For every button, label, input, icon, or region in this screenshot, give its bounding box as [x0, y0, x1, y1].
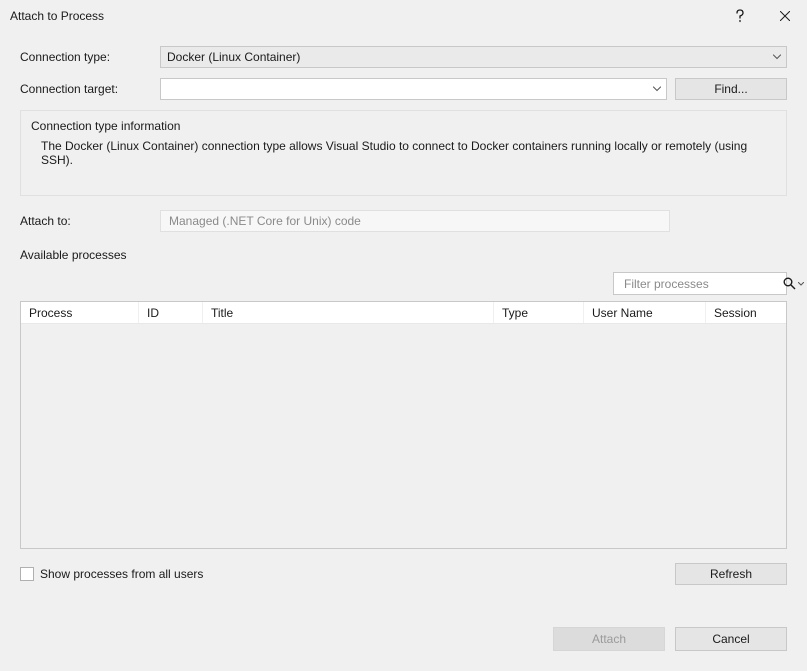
find-button[interactable]: Find...: [675, 78, 787, 100]
show-all-users-label: Show processes from all users: [40, 567, 203, 581]
close-button[interactable]: [762, 0, 807, 32]
column-session[interactable]: Session: [706, 302, 786, 323]
table-header: Process ID Title Type User Name Session: [21, 302, 786, 324]
processes-table[interactable]: Process ID Title Type User Name Session: [20, 301, 787, 549]
filter-processes-input[interactable]: [622, 276, 781, 292]
attach-to-value: Managed (.NET Core for Unix) code: [160, 210, 670, 232]
help-button[interactable]: [717, 0, 762, 32]
title-bar: Attach to Process: [0, 0, 807, 32]
attach-to-label: Attach to:: [20, 214, 160, 228]
filter-processes-input-wrapper: [613, 272, 787, 295]
close-icon: [780, 11, 790, 21]
show-all-users-checkbox[interactable]: Show processes from all users: [20, 567, 203, 581]
connection-type-label: Connection type:: [20, 50, 160, 64]
connection-info-box: Connection type information The Docker (…: [20, 110, 787, 196]
column-user[interactable]: User Name: [584, 302, 706, 323]
checkbox-icon: [20, 567, 34, 581]
connection-target-dropdown[interactable]: [160, 78, 667, 100]
connection-target-label: Connection target:: [20, 82, 160, 96]
attach-button: Attach: [553, 627, 665, 651]
refresh-button[interactable]: Refresh: [675, 563, 787, 585]
help-icon: [735, 9, 745, 23]
info-body: The Docker (Linux Container) connection …: [31, 139, 776, 167]
search-split-button[interactable]: [781, 277, 806, 290]
column-process[interactable]: Process: [21, 302, 139, 323]
chevron-down-icon: [798, 282, 804, 286]
table-body: [21, 324, 786, 548]
connection-type-value: Docker (Linux Container): [167, 50, 300, 64]
column-title[interactable]: Title: [203, 302, 494, 323]
chevron-down-icon: [653, 87, 661, 92]
cancel-button[interactable]: Cancel: [675, 627, 787, 651]
info-title: Connection type information: [31, 119, 776, 133]
column-id[interactable]: ID: [139, 302, 203, 323]
available-processes-label: Available processes: [20, 248, 787, 262]
connection-type-dropdown[interactable]: Docker (Linux Container): [160, 46, 787, 68]
search-icon: [783, 277, 796, 290]
window-title: Attach to Process: [10, 9, 717, 23]
column-type[interactable]: Type: [494, 302, 584, 323]
chevron-down-icon: [773, 55, 781, 60]
